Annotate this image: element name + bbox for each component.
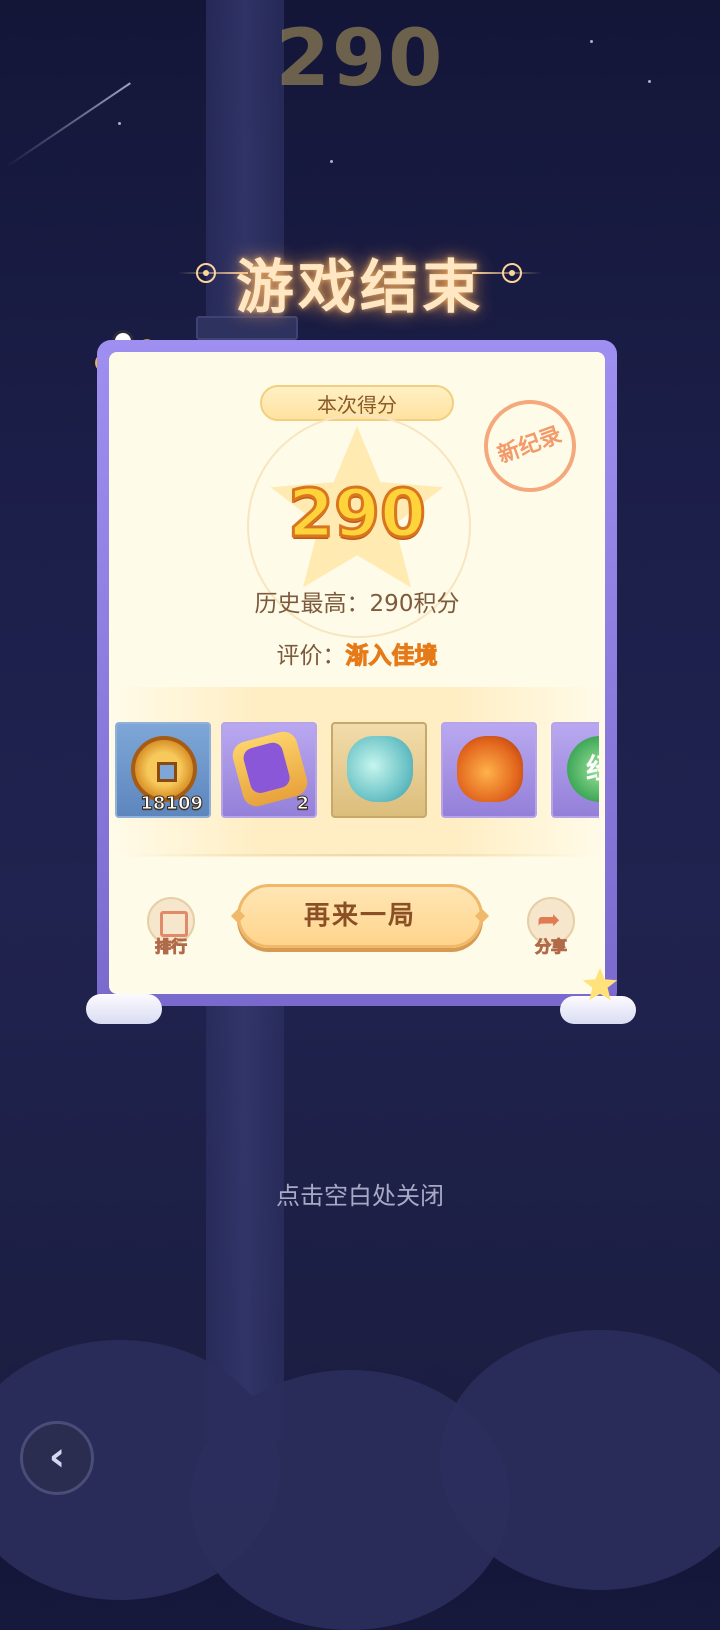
back-button[interactable]: ‹ [20, 1421, 94, 1495]
play-again-button[interactable]: 再来一局 [237, 884, 483, 948]
lucky-bag-icon [457, 736, 523, 802]
title-ornament-right [472, 272, 542, 274]
rank-label: 排行 [154, 937, 187, 957]
rating-value: 渐入佳境 [345, 643, 438, 670]
close-hint[interactable]: 点击空白处关闭 [0, 1176, 720, 1211]
game-over-title: 游戏结束 [235, 253, 484, 321]
cloud-decoration [86, 994, 162, 1024]
divider [129, 854, 585, 856]
bottom-clouds [0, 1300, 720, 1630]
history-label: 历史最高： [254, 591, 370, 617]
reward-item-bag[interactable] [441, 722, 537, 818]
result-panel: 本次得分 290 新纪录 历史最高：290积分 评价：渐入佳境 18109 2 … [109, 352, 605, 994]
reward-item-jade[interactable]: 经 1 [551, 722, 599, 818]
background-star [330, 160, 333, 163]
share-button[interactable]: 分享 [521, 897, 581, 967]
background-star [118, 122, 121, 125]
reward-item-coin[interactable]: 18109 [115, 722, 211, 818]
jade-exp-icon: 经 [567, 736, 599, 802]
history-value: 290积分 [369, 591, 460, 617]
back-arrow-icon: ‹ [48, 1434, 66, 1480]
hud-score: 290 [275, 14, 445, 104]
share-label: 分享 [534, 937, 567, 957]
history-best: 历史最高：290积分 [109, 584, 605, 618]
reward-count: 2 [296, 793, 309, 815]
reward-item-bottle[interactable] [331, 722, 427, 818]
reward-item-wind-token[interactable]: 2 [221, 722, 317, 818]
rating-label: 评价： [276, 643, 346, 669]
rank-button[interactable]: 排行 [141, 897, 201, 967]
reward-list[interactable]: 18109 2 经 1 [115, 722, 599, 822]
gourd-bottle-icon [347, 736, 413, 802]
game-over-title-block: 游戏结束 [0, 236, 720, 321]
rating: 评价：渐入佳境 [109, 636, 605, 670]
reward-count: 18109 [140, 793, 204, 815]
cloud-decoration [560, 996, 636, 1024]
